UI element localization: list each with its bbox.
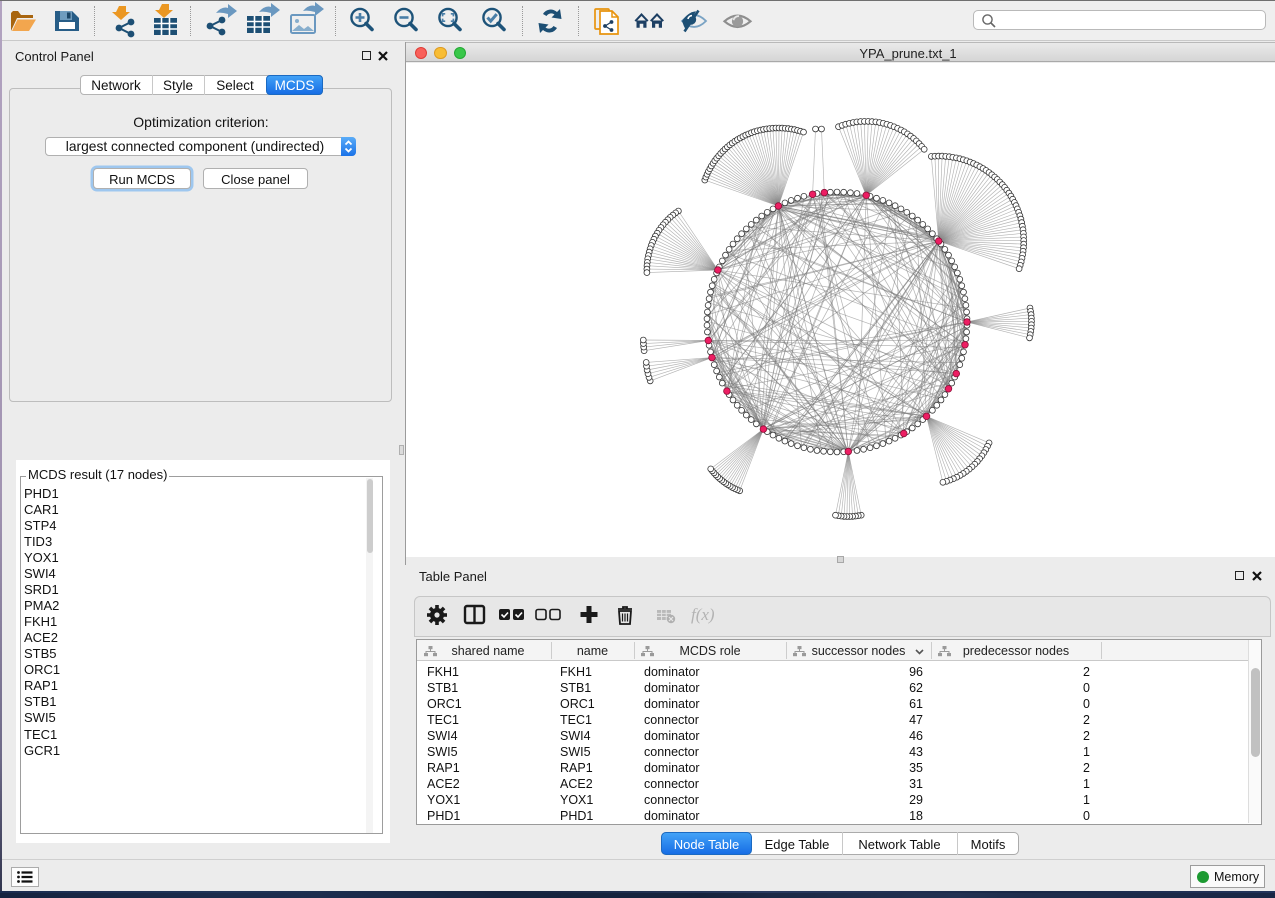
svg-text:f(x): f(x) [691,605,715,624]
